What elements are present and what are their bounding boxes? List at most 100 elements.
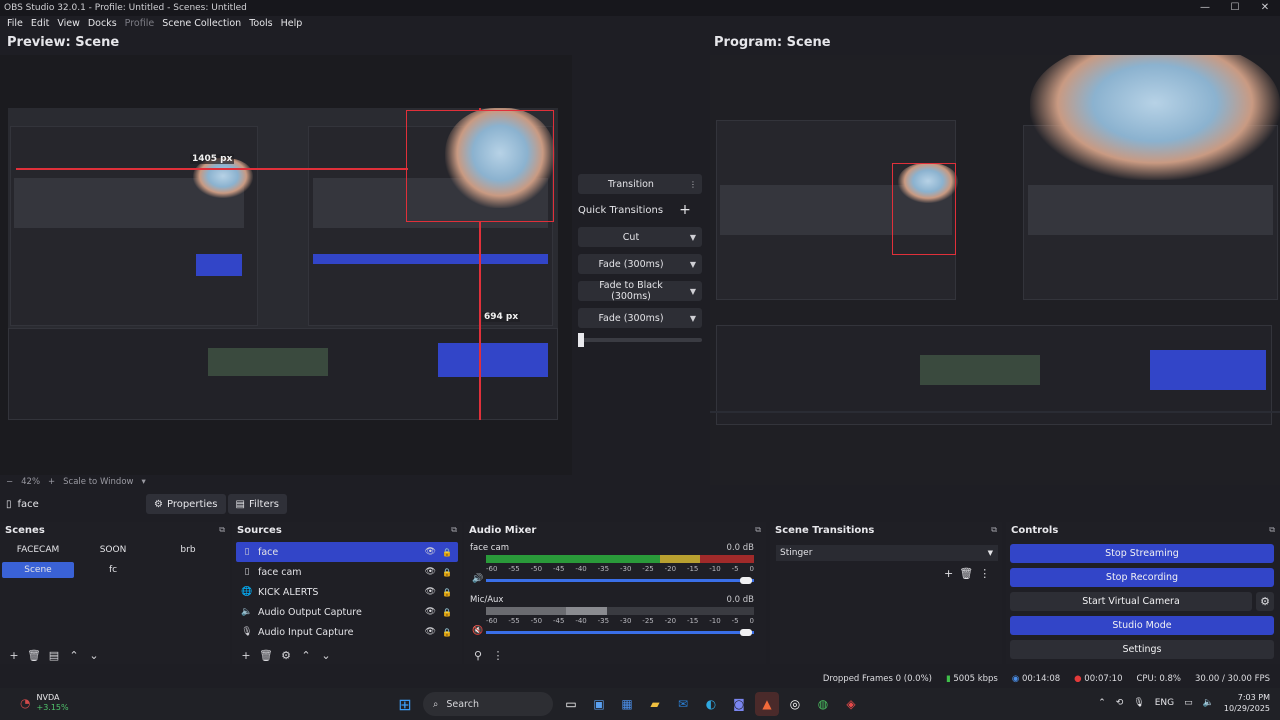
close-button[interactable]: ✕ [1250,0,1280,16]
task-view-icon[interactable]: ▭ [559,692,583,716]
chrome-icon[interactable]: ◍ [811,692,835,716]
windows-start-icon[interactable]: ⊞ [393,692,417,716]
trash-icon[interactable]: 🗑 [959,567,973,580]
brave-icon[interactable]: ▲ [755,692,779,716]
add-icon[interactable]: + [944,567,953,580]
menu-file[interactable]: File [3,16,27,32]
edge-icon[interactable]: ◐ [699,692,723,716]
selection-box[interactable] [406,110,554,222]
quick-transition-cut[interactable]: Cut ▼ [578,227,702,247]
volume-handle[interactable] [740,629,752,636]
filter-icon[interactable]: ▤ [46,649,62,662]
mic-icon[interactable]: 🎙 [1133,698,1144,708]
down-arrow-icon[interactable]: ⌄ [318,649,334,662]
list-item[interactable]: ▯ face 👁 🔒 [236,542,458,562]
volume-handle[interactable] [740,577,752,584]
eye-icon[interactable]: 👁 [425,607,436,617]
scene-facecam[interactable]: FACECAM [2,542,74,558]
lock-icon[interactable]: 🔒 [442,628,452,637]
menu-tools[interactable]: Tools [245,16,276,32]
scene-fc[interactable]: fc [77,562,149,578]
eye-icon[interactable]: 👁 [425,567,436,577]
transition-select[interactable]: Stinger ▼ [776,545,998,561]
discord-icon[interactable]: ◙ [727,692,751,716]
menu-edit[interactable]: Edit [27,16,53,32]
tray-app-icon[interactable]: ⟲ [1116,698,1124,708]
transition-button[interactable]: Transition ⋮ [578,174,702,194]
zoom-out-button[interactable]: − [6,477,13,487]
chevron-up-icon[interactable]: ⌃ [1098,698,1106,708]
volume-icon[interactable]: 🔈 [1203,698,1214,708]
list-item[interactable]: ▯ face cam 👁 🔒 [236,562,458,582]
more-icon[interactable]: ⋮ [979,567,990,580]
preview-canvas[interactable]: 1405 px 694 px [8,108,558,420]
language-indicator[interactable]: ENG [1155,698,1174,708]
add-icon[interactable]: + [6,649,22,662]
mute-icon[interactable]: 🔇 [472,626,483,636]
list-item[interactable]: 🔈 Audio Output Capture 👁 🔒 [236,602,458,622]
desktop-icon[interactable]: ▣ [587,692,611,716]
trash-icon[interactable]: 🗑 [258,649,274,662]
folder-icon[interactable]: ▰ [643,692,667,716]
undock-icon[interactable]: ⧉ [1269,525,1275,535]
settings-button[interactable]: Settings [1010,640,1274,659]
app-icon[interactable]: ◈ [839,692,863,716]
trash-icon[interactable]: 🗑 [26,649,42,662]
menu-profile[interactable]: Profile [121,16,159,32]
add-icon[interactable]: + [238,649,254,662]
gear-icon[interactable]: ⚙ [278,649,294,662]
up-arrow-icon[interactable]: ⌃ [66,649,82,662]
stop-streaming-button[interactable]: Stop Streaming [1010,544,1274,563]
t-bar-handle[interactable] [578,333,584,347]
lock-icon[interactable]: 🔒 [442,568,452,577]
undock-icon[interactable]: ⧉ [755,525,761,535]
undock-icon[interactable]: ⧉ [991,525,997,535]
undock-icon[interactable]: ⧉ [219,525,225,535]
scale-mode-chevron-icon[interactable]: ▾ [141,477,145,487]
menu-view[interactable]: View [53,16,84,32]
more-icon[interactable]: ⋮ [684,180,702,189]
lock-icon[interactable]: 🔒 [442,608,452,617]
scene-brb[interactable]: brb [152,542,224,558]
scale-mode[interactable]: Scale to Window [63,477,133,487]
calculator-icon[interactable]: ▦ [615,692,639,716]
studio-mode-button[interactable]: Studio Mode [1010,616,1274,635]
obs-icon[interactable]: ◎ [783,692,807,716]
more-icon[interactable]: ⋮ [490,649,506,662]
t-bar-slider[interactable] [578,333,702,347]
eye-icon[interactable]: 👁 [425,547,436,557]
quick-transition-fade-black[interactable]: Fade to Black (300ms) ▼ [578,280,702,302]
link-icon[interactable]: ⚲ [470,649,486,662]
eye-icon[interactable]: 👁 [425,587,436,597]
clock[interactable]: 7:03 PM 10/29/2025 [1224,692,1270,714]
up-arrow-icon[interactable]: ⌃ [298,649,314,662]
scene-scene[interactable]: Scene [2,562,74,578]
volume-slider[interactable] [486,579,754,582]
quick-transition-fade[interactable]: Fade (300ms) ▼ [578,254,702,274]
list-item[interactable]: 🎙 Audio Input Capture 👁 🔒 [236,622,458,642]
add-quick-transition-button[interactable]: + [676,201,694,219]
menu-docks[interactable]: Docks [84,16,121,32]
menu-scene-collection[interactable]: Scene Collection [158,16,245,32]
speaker-icon[interactable]: 🔊 [472,574,483,584]
filters-button[interactable]: ▤ Filters [227,494,287,514]
scene-soon[interactable]: SOON [77,542,149,558]
undock-icon[interactable]: ⧉ [451,525,457,535]
down-arrow-icon[interactable]: ⌄ [86,649,102,662]
taskbar-search[interactable]: ⌕ Search [423,692,553,716]
start-virtual-camera-button[interactable]: Start Virtual Camera [1010,592,1252,611]
virtual-camera-settings-icon[interactable]: ⚙ [1256,592,1274,611]
properties-button[interactable]: ⚙ Properties [146,494,226,514]
outlook-icon[interactable]: ✉ [671,692,695,716]
menu-help[interactable]: Help [277,16,307,32]
minimize-button[interactable]: — [1190,0,1220,16]
maximize-button[interactable]: ☐ [1220,0,1250,16]
eye-icon[interactable]: 👁 [425,627,436,637]
stop-recording-button[interactable]: Stop Recording [1010,568,1274,587]
list-item[interactable]: 🌐 KICK ALERTS 👁 🔒 [236,582,458,602]
quick-transition-fade-2[interactable]: Fade (300ms) ▼ [578,308,702,328]
volume-slider[interactable] [486,631,754,634]
zoom-in-button[interactable]: + [48,477,55,487]
lock-icon[interactable]: 🔒 [442,588,452,597]
lock-icon[interactable]: 🔒 [442,548,452,557]
